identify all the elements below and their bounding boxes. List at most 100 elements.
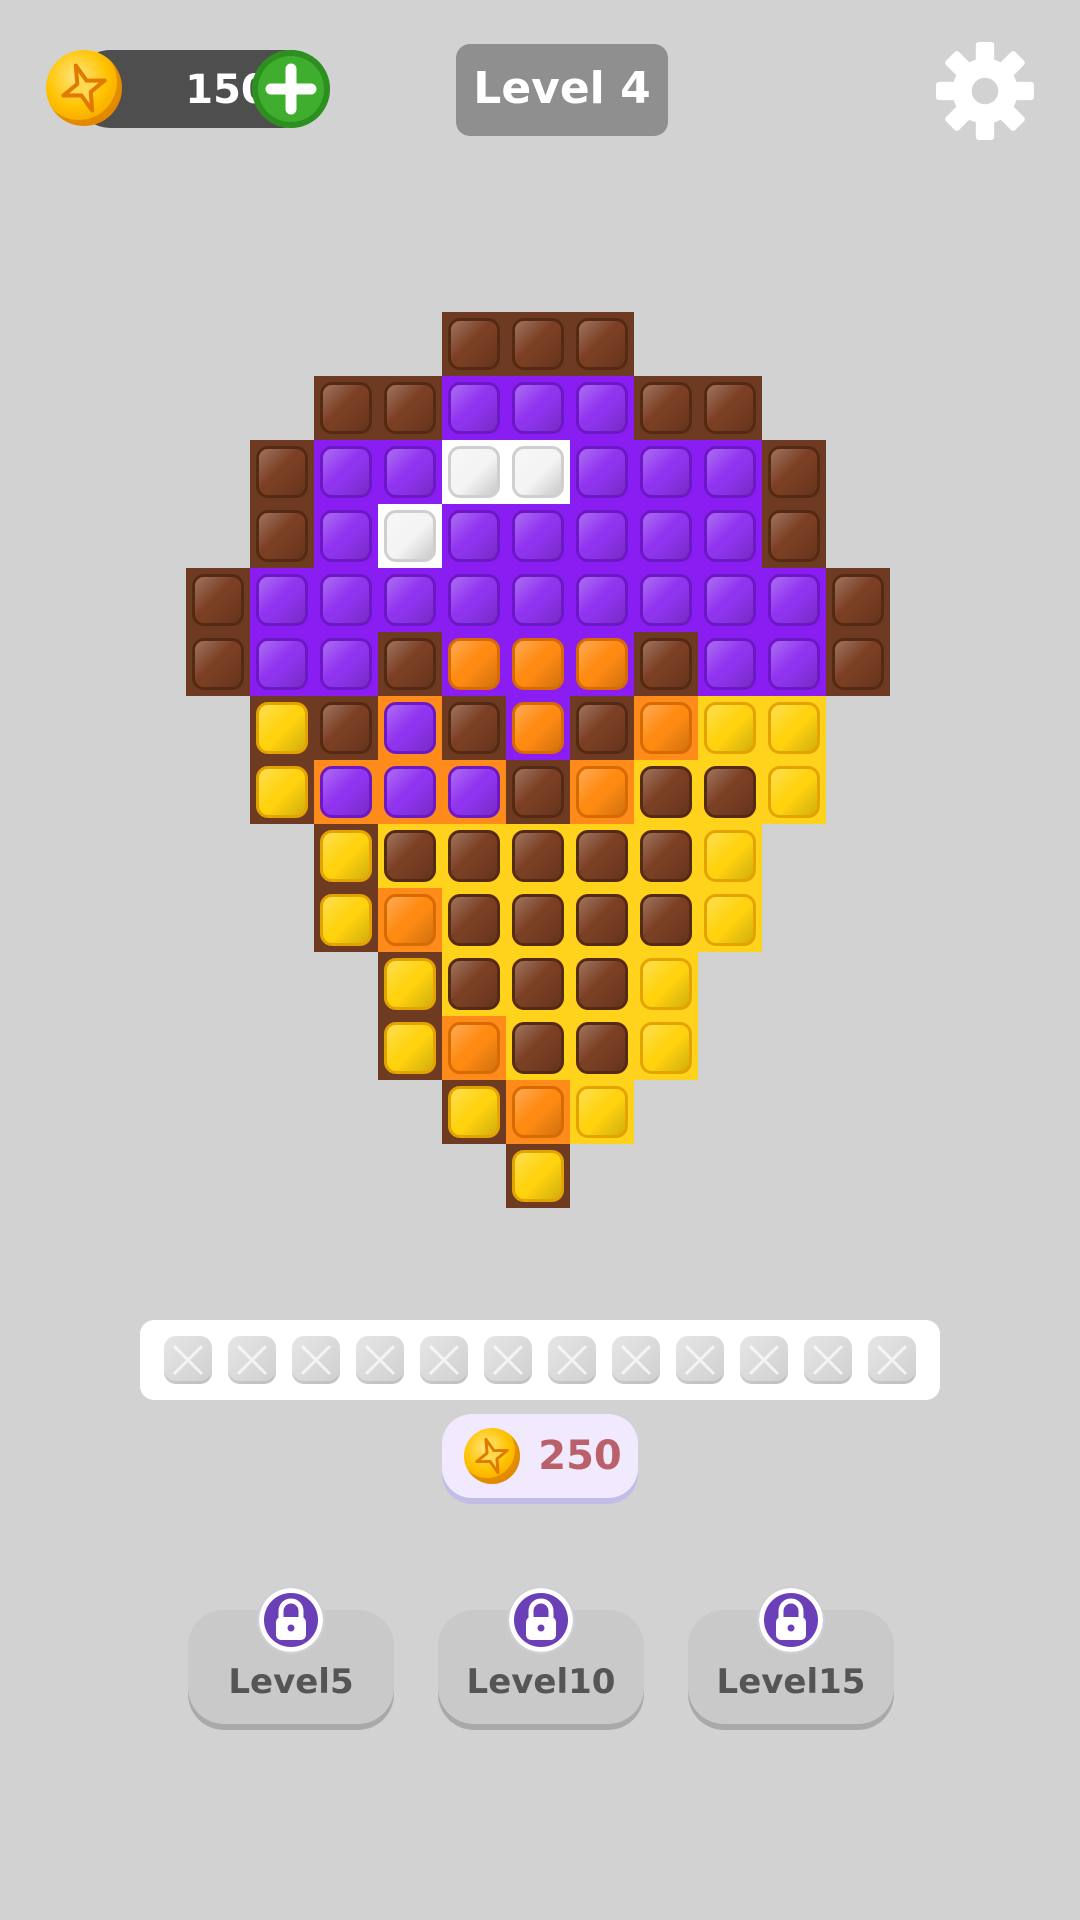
board-cell[interactable] <box>570 568 634 632</box>
board-cell[interactable] <box>506 1016 570 1080</box>
board-cell[interactable] <box>506 376 570 440</box>
board-cell[interactable] <box>634 632 698 696</box>
locked-level-15-button[interactable]: Level15 <box>688 1588 894 1724</box>
board-cell[interactable] <box>634 568 698 632</box>
board-cell[interactable] <box>378 824 442 888</box>
board-cell[interactable] <box>698 504 762 568</box>
board-cell[interactable] <box>442 952 506 1016</box>
board-cell[interactable] <box>442 1016 506 1080</box>
board-cell[interactable] <box>698 632 762 696</box>
board-cell[interactable] <box>762 440 826 504</box>
board-cell[interactable] <box>570 376 634 440</box>
board-cell[interactable] <box>506 824 570 888</box>
board-cell[interactable] <box>378 376 442 440</box>
board-cell[interactable] <box>314 376 378 440</box>
board-cell[interactable] <box>378 632 442 696</box>
board-cell[interactable] <box>570 1016 634 1080</box>
board-cell[interactable] <box>378 440 442 504</box>
board-cell[interactable] <box>442 312 506 376</box>
board-cell[interactable] <box>634 760 698 824</box>
board-cell[interactable] <box>698 888 762 952</box>
board-cell[interactable] <box>634 1016 698 1080</box>
board-cell[interactable] <box>250 504 314 568</box>
board-cell[interactable] <box>378 760 442 824</box>
board-cell[interactable] <box>698 824 762 888</box>
board-cell[interactable] <box>378 1016 442 1080</box>
board-cell[interactable] <box>762 760 826 824</box>
board-cell[interactable] <box>826 632 890 696</box>
board-cell[interactable] <box>570 888 634 952</box>
board-cell[interactable] <box>314 760 378 824</box>
board-cell[interactable] <box>314 696 378 760</box>
board-cell[interactable] <box>250 440 314 504</box>
board-cell[interactable] <box>314 568 378 632</box>
board-cell[interactable] <box>378 696 442 760</box>
board-cell[interactable] <box>378 504 442 568</box>
board-cell[interactable] <box>570 632 634 696</box>
board-cell[interactable] <box>250 696 314 760</box>
board-cell[interactable] <box>634 504 698 568</box>
board-cell[interactable] <box>378 568 442 632</box>
board-cell[interactable] <box>506 312 570 376</box>
buy-button[interactable]: 250 <box>442 1414 638 1498</box>
board-cell[interactable] <box>442 376 506 440</box>
board-cell[interactable] <box>442 440 506 504</box>
board-cell[interactable] <box>634 888 698 952</box>
locked-level-5-button[interactable]: Level5 <box>188 1588 394 1724</box>
board-cell[interactable] <box>634 696 698 760</box>
board-cell[interactable] <box>442 504 506 568</box>
board-cell[interactable] <box>442 568 506 632</box>
board-cell[interactable] <box>506 1144 570 1208</box>
board-cell[interactable] <box>314 632 378 696</box>
board-cell[interactable] <box>698 440 762 504</box>
board-cell[interactable] <box>250 568 314 632</box>
board-cell[interactable] <box>186 568 250 632</box>
board-cell[interactable] <box>250 760 314 824</box>
board-cell[interactable] <box>570 1080 634 1144</box>
board-cell[interactable] <box>250 632 314 696</box>
board-cell[interactable] <box>314 888 378 952</box>
board-cell[interactable] <box>442 1080 506 1144</box>
board-cell[interactable] <box>506 1080 570 1144</box>
board-cell[interactable] <box>698 568 762 632</box>
board-cell[interactable] <box>634 952 698 1016</box>
board-cell[interactable] <box>762 696 826 760</box>
board-cell[interactable] <box>570 760 634 824</box>
board-cell[interactable] <box>506 888 570 952</box>
board-cell[interactable] <box>762 568 826 632</box>
locked-level-10-button[interactable]: Level10 <box>438 1588 644 1724</box>
board-cell[interactable] <box>314 824 378 888</box>
board-cell[interactable] <box>506 696 570 760</box>
board-cell[interactable] <box>506 632 570 696</box>
board-cell[interactable] <box>442 696 506 760</box>
board-cell[interactable] <box>442 760 506 824</box>
board-cell[interactable] <box>378 952 442 1016</box>
board-cell[interactable] <box>826 568 890 632</box>
board-cell[interactable] <box>570 696 634 760</box>
board-cell[interactable] <box>762 504 826 568</box>
board-cell[interactable] <box>186 632 250 696</box>
board-cell[interactable] <box>570 952 634 1016</box>
board-cell[interactable] <box>506 504 570 568</box>
board-cell[interactable] <box>570 312 634 376</box>
board-cell[interactable] <box>442 888 506 952</box>
board-cell[interactable] <box>314 504 378 568</box>
board-cell[interactable] <box>506 568 570 632</box>
board-cell[interactable] <box>442 632 506 696</box>
board-cell[interactable] <box>698 376 762 440</box>
board-cell[interactable] <box>570 440 634 504</box>
board-cell[interactable] <box>762 632 826 696</box>
board-cell[interactable] <box>634 824 698 888</box>
board-cell[interactable] <box>506 952 570 1016</box>
board-cell[interactable] <box>314 440 378 504</box>
board-cell[interactable] <box>506 440 570 504</box>
board-cell[interactable] <box>442 824 506 888</box>
board-cell[interactable] <box>378 888 442 952</box>
board-cell[interactable] <box>634 440 698 504</box>
board-cell[interactable] <box>698 696 762 760</box>
board-cell[interactable] <box>506 760 570 824</box>
board-cell[interactable] <box>698 760 762 824</box>
board-cell[interactable] <box>570 824 634 888</box>
board-cell[interactable] <box>570 504 634 568</box>
board-cell[interactable] <box>634 376 698 440</box>
